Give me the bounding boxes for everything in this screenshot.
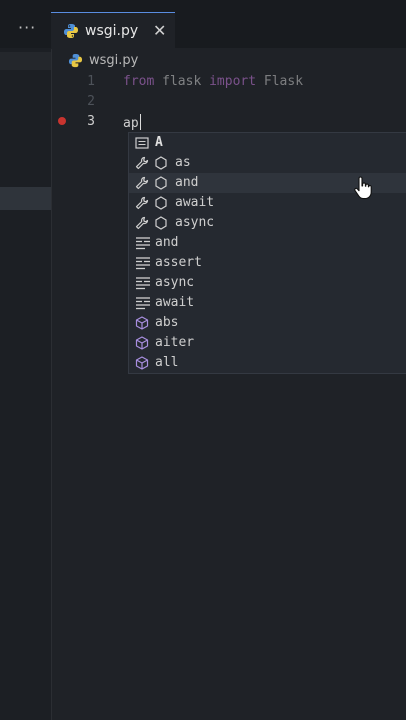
module-icon (155, 196, 167, 214)
keyword-lines-icon (135, 296, 151, 314)
suggestion-item[interactable]: all (129, 353, 406, 373)
suggestion-item[interactable]: assert (129, 253, 406, 273)
suggestion-label: and (155, 235, 179, 250)
tab-bar: ··· wsgi.py ✕ (0, 0, 406, 49)
hand-pointer-icon (352, 176, 374, 204)
module-icon (155, 176, 167, 194)
python-file-icon (63, 23, 79, 43)
side-panel-strip (0, 52, 51, 70)
wrench-icon (135, 156, 149, 174)
code-line-1[interactable]: 1 from flask import Flask (51, 72, 406, 92)
suggestion-item[interactable]: abs (129, 313, 406, 333)
tab-wsgi-py[interactable]: wsgi.py ✕ (51, 12, 175, 49)
keyword-lines-icon (135, 256, 151, 274)
module-flask: flask (162, 74, 202, 89)
more-actions-button[interactable]: ··· (18, 18, 36, 37)
suggestion-label: and (175, 175, 199, 190)
keyword-import: import (209, 74, 257, 89)
suggestion-item[interactable]: as (129, 153, 406, 173)
tab-label: wsgi.py (85, 23, 139, 39)
typed-text: ap (123, 116, 139, 131)
wrench-icon (135, 216, 149, 234)
suggestion-item[interactable]: aiter (129, 333, 406, 353)
suggestion-label: async (155, 275, 195, 290)
text-list-icon (135, 136, 149, 154)
suggestion-label: async (175, 215, 215, 230)
wrench-icon (135, 176, 149, 194)
suggestion-label: aiter (155, 335, 195, 350)
suggestion-item[interactable]: A (129, 133, 406, 153)
cube-icon (135, 356, 149, 374)
suggestion-label: await (155, 295, 195, 310)
suggestion-item[interactable]: async (129, 273, 406, 293)
code-line-2[interactable]: 2 (51, 92, 406, 112)
text-cursor (139, 114, 141, 130)
suggestion-label: A (155, 135, 163, 150)
line-number: 2 (87, 94, 95, 109)
breadcrumb[interactable]: wsgi.py (51, 52, 406, 70)
python-file-icon (68, 53, 83, 72)
cube-icon (135, 316, 149, 334)
keyword-from: from (123, 74, 155, 89)
side-panel (0, 0, 52, 720)
cube-icon (135, 336, 149, 354)
module-icon (155, 156, 167, 174)
line-code: ap (123, 114, 141, 131)
keyword-lines-icon (135, 276, 151, 294)
suggestion-label: as (175, 155, 191, 170)
suggestion-item[interactable]: async (129, 213, 406, 233)
breadcrumb-file[interactable]: wsgi.py (89, 53, 138, 68)
side-panel-selected-row[interactable] (0, 187, 51, 210)
suggestion-widget: A as and await async and assert async aw… (128, 132, 406, 374)
class-flask: Flask (263, 74, 304, 89)
suggestion-item[interactable]: and (129, 233, 406, 253)
code-line-3[interactable]: 3 ap (51, 112, 406, 132)
suggestion-label: abs (155, 315, 179, 330)
module-icon (155, 216, 167, 234)
suggestion-label: await (175, 195, 215, 210)
close-icon[interactable]: ✕ (153, 21, 166, 40)
line-number: 3 (87, 114, 95, 129)
suggestion-label: all (155, 355, 179, 370)
keyword-lines-icon (135, 236, 151, 254)
line-number: 1 (87, 74, 95, 89)
suggestion-label: assert (155, 255, 202, 270)
wrench-icon (135, 196, 149, 214)
suggestion-item[interactable]: await (129, 293, 406, 313)
line-code: from flask import Flask (123, 74, 303, 89)
